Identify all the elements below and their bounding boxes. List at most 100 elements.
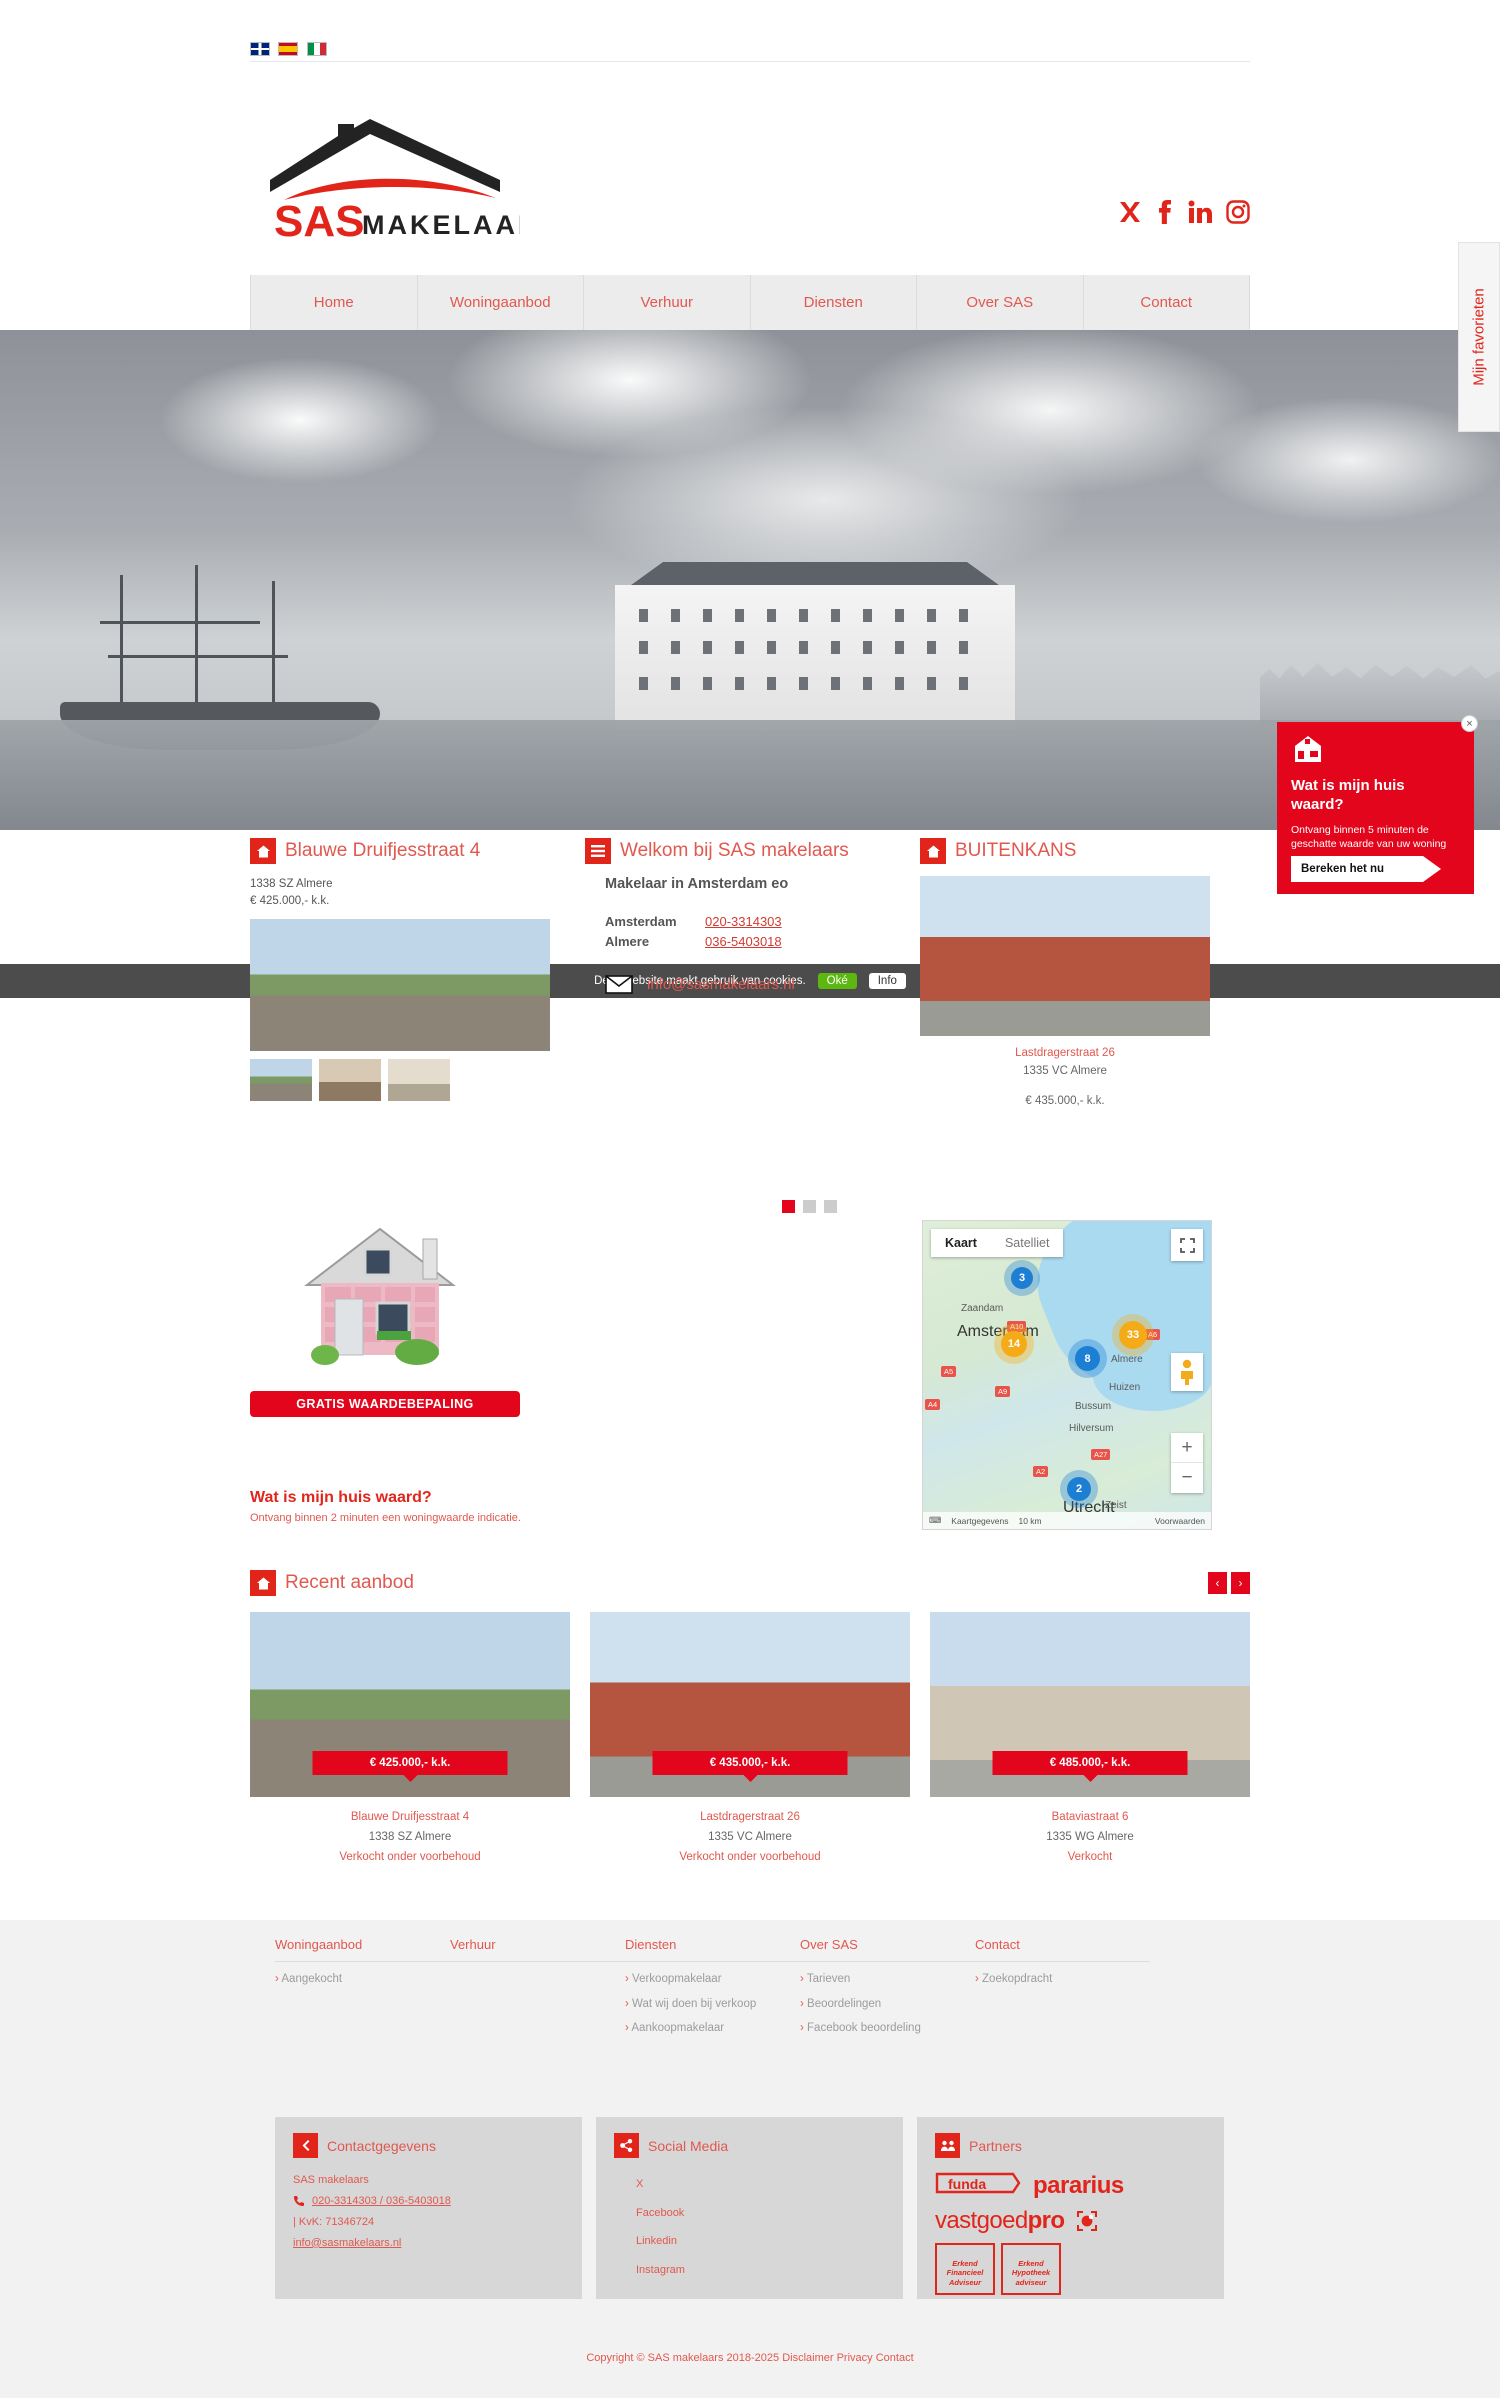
nav-item-diensten[interactable]: Diensten <box>751 275 917 330</box>
map-label-bussum: Bussum <box>1075 1401 1112 1412</box>
map-road-a27: A27 <box>1091 1449 1111 1460</box>
listing-photo[interactable]: € 435.000,- k.k. <box>590 1612 910 1797</box>
listings-map[interactable]: Amsterdam Utrecht Zaandam Almere Huizen … <box>922 1220 1212 1530</box>
nav-item-verhuur[interactable]: Verhuur <box>584 275 751 330</box>
carousel-next-button[interactable]: › <box>1231 1572 1250 1594</box>
featured-price: € 425.000,- k.k. <box>250 895 330 908</box>
vastgoedpro-mark-icon <box>1077 2211 1098 2231</box>
footer-link[interactable]: Wat wij doen bij verkoop <box>625 1997 800 2013</box>
social-link-instagram[interactable]: Instagram <box>636 2256 776 2285</box>
welcome-column: Welkom bij SAS makelaars Makelaar in Ams… <box>585 838 885 994</box>
nav-item-contact[interactable]: Contact <box>1084 275 1250 330</box>
map-cluster-2[interactable]: 2 <box>1067 1477 1091 1501</box>
nav-item-woningaanbod[interactable]: Woningaanbod <box>418 275 584 330</box>
map-cluster-33[interactable]: 33 <box>1119 1321 1147 1349</box>
listing-price-badge: € 435.000,- k.k. <box>652 1751 848 1775</box>
listing-card[interactable]: € 435.000,- k.k. Lastdragerstraat 26 133… <box>590 1612 910 1867</box>
gratis-waardebepaling-badge[interactable]: GRATIS WAARDEBEPALING <box>250 1391 520 1417</box>
social-link-linkedin[interactable]: Linkedin <box>636 2227 776 2256</box>
featured-listing-photo[interactable] <box>250 918 550 1051</box>
listing-postcode: 1335 WG Almere <box>1046 1831 1134 1844</box>
map-road-a2: A2 <box>1033 1466 1049 1477</box>
contact-row-amsterdam: Amsterdam 020-3314303 <box>605 914 885 929</box>
thumbnail[interactable] <box>250 1058 312 1101</box>
pararius-logo[interactable]: pararius <box>1033 2172 1124 2200</box>
footer-link[interactable]: Zoekopdracht <box>975 1972 1150 1988</box>
listing-card[interactable]: € 485.000,- k.k. Bataviastraat 6 1335 WG… <box>930 1612 1250 1867</box>
listing-street[interactable]: Lastdragerstraat 26 <box>590 1807 910 1827</box>
contact-link[interactable]: Contact <box>876 2352 914 2364</box>
map-cluster-8[interactable]: 8 <box>1075 1346 1100 1371</box>
flag-it-icon[interactable] <box>306 41 327 56</box>
footer-column-contact: Contact Zoekopdracht <box>975 1937 1150 2046</box>
nav-item-home[interactable]: Home <box>250 275 418 330</box>
carousel-prev-button[interactable]: ‹ <box>1208 1572 1227 1594</box>
buitenkans-photo[interactable] <box>920 876 1210 1036</box>
flag-es-icon[interactable] <box>278 41 299 56</box>
listing-postcode: 1335 VC Almere <box>708 1831 792 1844</box>
phone-link[interactable]: 020-3314303 <box>705 914 782 929</box>
carousel-dot-1[interactable] <box>782 1200 795 1213</box>
privacy-link[interactable]: Privacy <box>837 2352 873 2364</box>
carousel-dot-2[interactable] <box>803 1200 816 1213</box>
city-label: Amsterdam <box>605 914 677 929</box>
street-view-pegman-icon[interactable] <box>1171 1353 1203 1391</box>
linkedin-icon[interactable] <box>1188 200 1212 224</box>
footer-column-title[interactable]: Contact <box>975 1937 1150 1962</box>
listing-street[interactable]: Bataviastraat 6 <box>930 1807 1250 1827</box>
funda-logo[interactable]: funda <box>935 2170 1021 2201</box>
social-link-facebook[interactable]: Facebook <box>636 2199 776 2228</box>
favorites-tab[interactable]: Mijn favorieten <box>1458 242 1500 432</box>
listing-photo[interactable]: € 485.000,- k.k. <box>930 1612 1250 1797</box>
map-zoom-out-button[interactable]: − <box>1171 1463 1203 1493</box>
map-terms-link[interactable]: Voorwaarden <box>1155 1516 1211 1526</box>
map-keyboard-icon[interactable]: ⌨ <box>929 1515 941 1526</box>
social-link-x[interactable]: X <box>636 2170 776 2199</box>
footer-column-title[interactable]: Woningaanbod <box>275 1937 450 1962</box>
map-tab-satelliet[interactable]: Satelliet <box>991 1229 1063 1257</box>
thumbnail[interactable] <box>319 1058 381 1101</box>
map-cluster-3[interactable]: 3 <box>1011 1267 1033 1289</box>
buitenkans-street[interactable]: Lastdragerstraat 26 <box>1015 1047 1115 1059</box>
page-root: SAS MAKELAARS Home Woningaanbod Verhuur … <box>0 0 1500 2398</box>
facebook-icon[interactable] <box>1156 200 1174 224</box>
footer-link[interactable]: Aankoopmakelaar <box>625 2021 800 2037</box>
footer-column-title[interactable]: Over SAS <box>800 1937 975 1962</box>
featured-listing-thumbnails <box>250 1058 550 1101</box>
carousel-arrows: ‹ › <box>1208 1572 1250 1594</box>
map-label-zeist: Zeist <box>1105 1500 1127 1511</box>
listing-street[interactable]: Blauwe Druifjesstraat 4 <box>250 1807 570 1827</box>
share-icon <box>614 2133 639 2158</box>
email-link[interactable]: info@sasmakelaars.nl <box>293 2233 564 2254</box>
map-cluster-14[interactable]: 14 <box>1001 1331 1027 1357</box>
phone-link[interactable]: 020-3314303 / 036-5403018 <box>312 2191 451 2212</box>
footer-link[interactable]: Verkoopmakelaar <box>625 1972 800 1988</box>
bereken-het-nu-button[interactable]: Bereken het nu <box>1291 856 1441 882</box>
footer-link[interactable]: Facebook beoordeling <box>800 2021 975 2037</box>
carousel-dot-3[interactable] <box>824 1200 837 1213</box>
footer-link[interactable]: Beoordelingen <box>800 1997 975 2013</box>
listing-photo[interactable]: € 425.000,- k.k. <box>250 1612 570 1797</box>
footer-link[interactable]: Aangekocht <box>275 1972 450 1988</box>
listing-card[interactable]: € 425.000,- k.k. Blauwe Druifjesstraat 4… <box>250 1612 570 1867</box>
disclaimer-link[interactable]: Disclaimer <box>782 2352 833 2364</box>
email-link[interactable]: info@sasmakelaars.nl <box>647 976 795 993</box>
fullscreen-icon[interactable] <box>1171 1229 1203 1261</box>
thumbnail[interactable] <box>388 1058 450 1101</box>
map-tab-kaart[interactable]: Kaart <box>931 1229 991 1257</box>
map-zoom-in-button[interactable]: + <box>1171 1433 1203 1463</box>
map-road-a4: A4 <box>925 1399 941 1410</box>
flag-uk-icon[interactable] <box>250 41 270 56</box>
instagram-icon[interactable] <box>1226 200 1250 224</box>
footer-link[interactable]: Tarieven <box>800 1972 975 1988</box>
featured-listing-title[interactable]: Blauwe Druifjesstraat 4 <box>285 840 480 862</box>
phone-link[interactable]: 036-5403018 <box>705 934 782 949</box>
close-icon[interactable]: × <box>1461 715 1478 732</box>
footer-column-title[interactable]: Verhuur <box>450 1937 625 1962</box>
vastgoedpro-logo[interactable]: vastgoedpro <box>935 2207 1065 2235</box>
x-twitter-icon[interactable] <box>1118 200 1142 224</box>
logo[interactable]: SAS MAKELAARS <box>250 118 520 238</box>
footer-column-title[interactable]: Diensten <box>625 1937 800 1962</box>
nav-item-over-sas[interactable]: Over SAS <box>917 275 1084 330</box>
footer-info-boxes: Contactgegevens SAS makelaars 020-331430… <box>275 2117 1225 2299</box>
